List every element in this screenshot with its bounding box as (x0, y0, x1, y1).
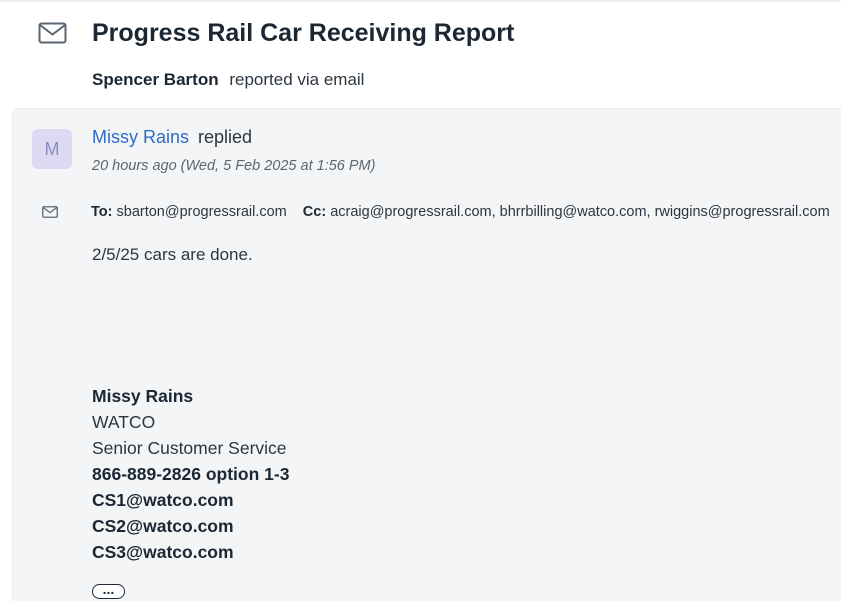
message-body: 2/5/25 cars are done. (92, 245, 253, 264)
reply-timestamp: 20 hours ago (Wed, 5 Feb 2025 at 1:56 PM… (92, 158, 376, 174)
ticket-title: Progress Rail Car Receiving Report (92, 19, 515, 47)
reporter-name[interactable]: Spencer Barton (92, 70, 219, 89)
signature-company: WATCO (92, 412, 156, 432)
cc-addresses: acraig@progressrail.com, bhrrbilling@wat… (330, 204, 830, 220)
avatar: M (32, 129, 72, 169)
signature-phone: 866-889-2826 option 1-3 (92, 464, 290, 484)
reply-action: replied (198, 127, 253, 147)
signature: Missy Rains WATCO Senior Customer Servic… (92, 383, 289, 565)
to-address: sbarton@progressrail.com (116, 204, 287, 220)
to-label: To: (91, 204, 113, 220)
envelope-icon (38, 22, 67, 44)
signature-email-3: CS3@watco.com (92, 542, 234, 562)
cc-label: Cc: (302, 204, 327, 220)
signature-name: Missy Rains (92, 386, 194, 406)
more-ellipsis: ... (102, 581, 115, 597)
recipients-line: To: sbarton@progressrail.com Cc: acraig@… (91, 204, 830, 220)
signature-email-1: CS1@watco.com (92, 490, 234, 510)
envelope-icon (42, 206, 58, 218)
reporter-via: reported via email (229, 70, 365, 89)
signature-email-2: CS2@watco.com (92, 516, 234, 536)
reply-header: Missy Rains replied (92, 127, 252, 148)
reporter-line: Spencer Barton reported via email (92, 70, 364, 90)
top-divider (0, 0, 841, 2)
author-link[interactable]: Missy Rains (92, 127, 189, 147)
signature-role: Senior Customer Service (92, 438, 287, 458)
show-more-button[interactable]: ... (92, 581, 125, 599)
